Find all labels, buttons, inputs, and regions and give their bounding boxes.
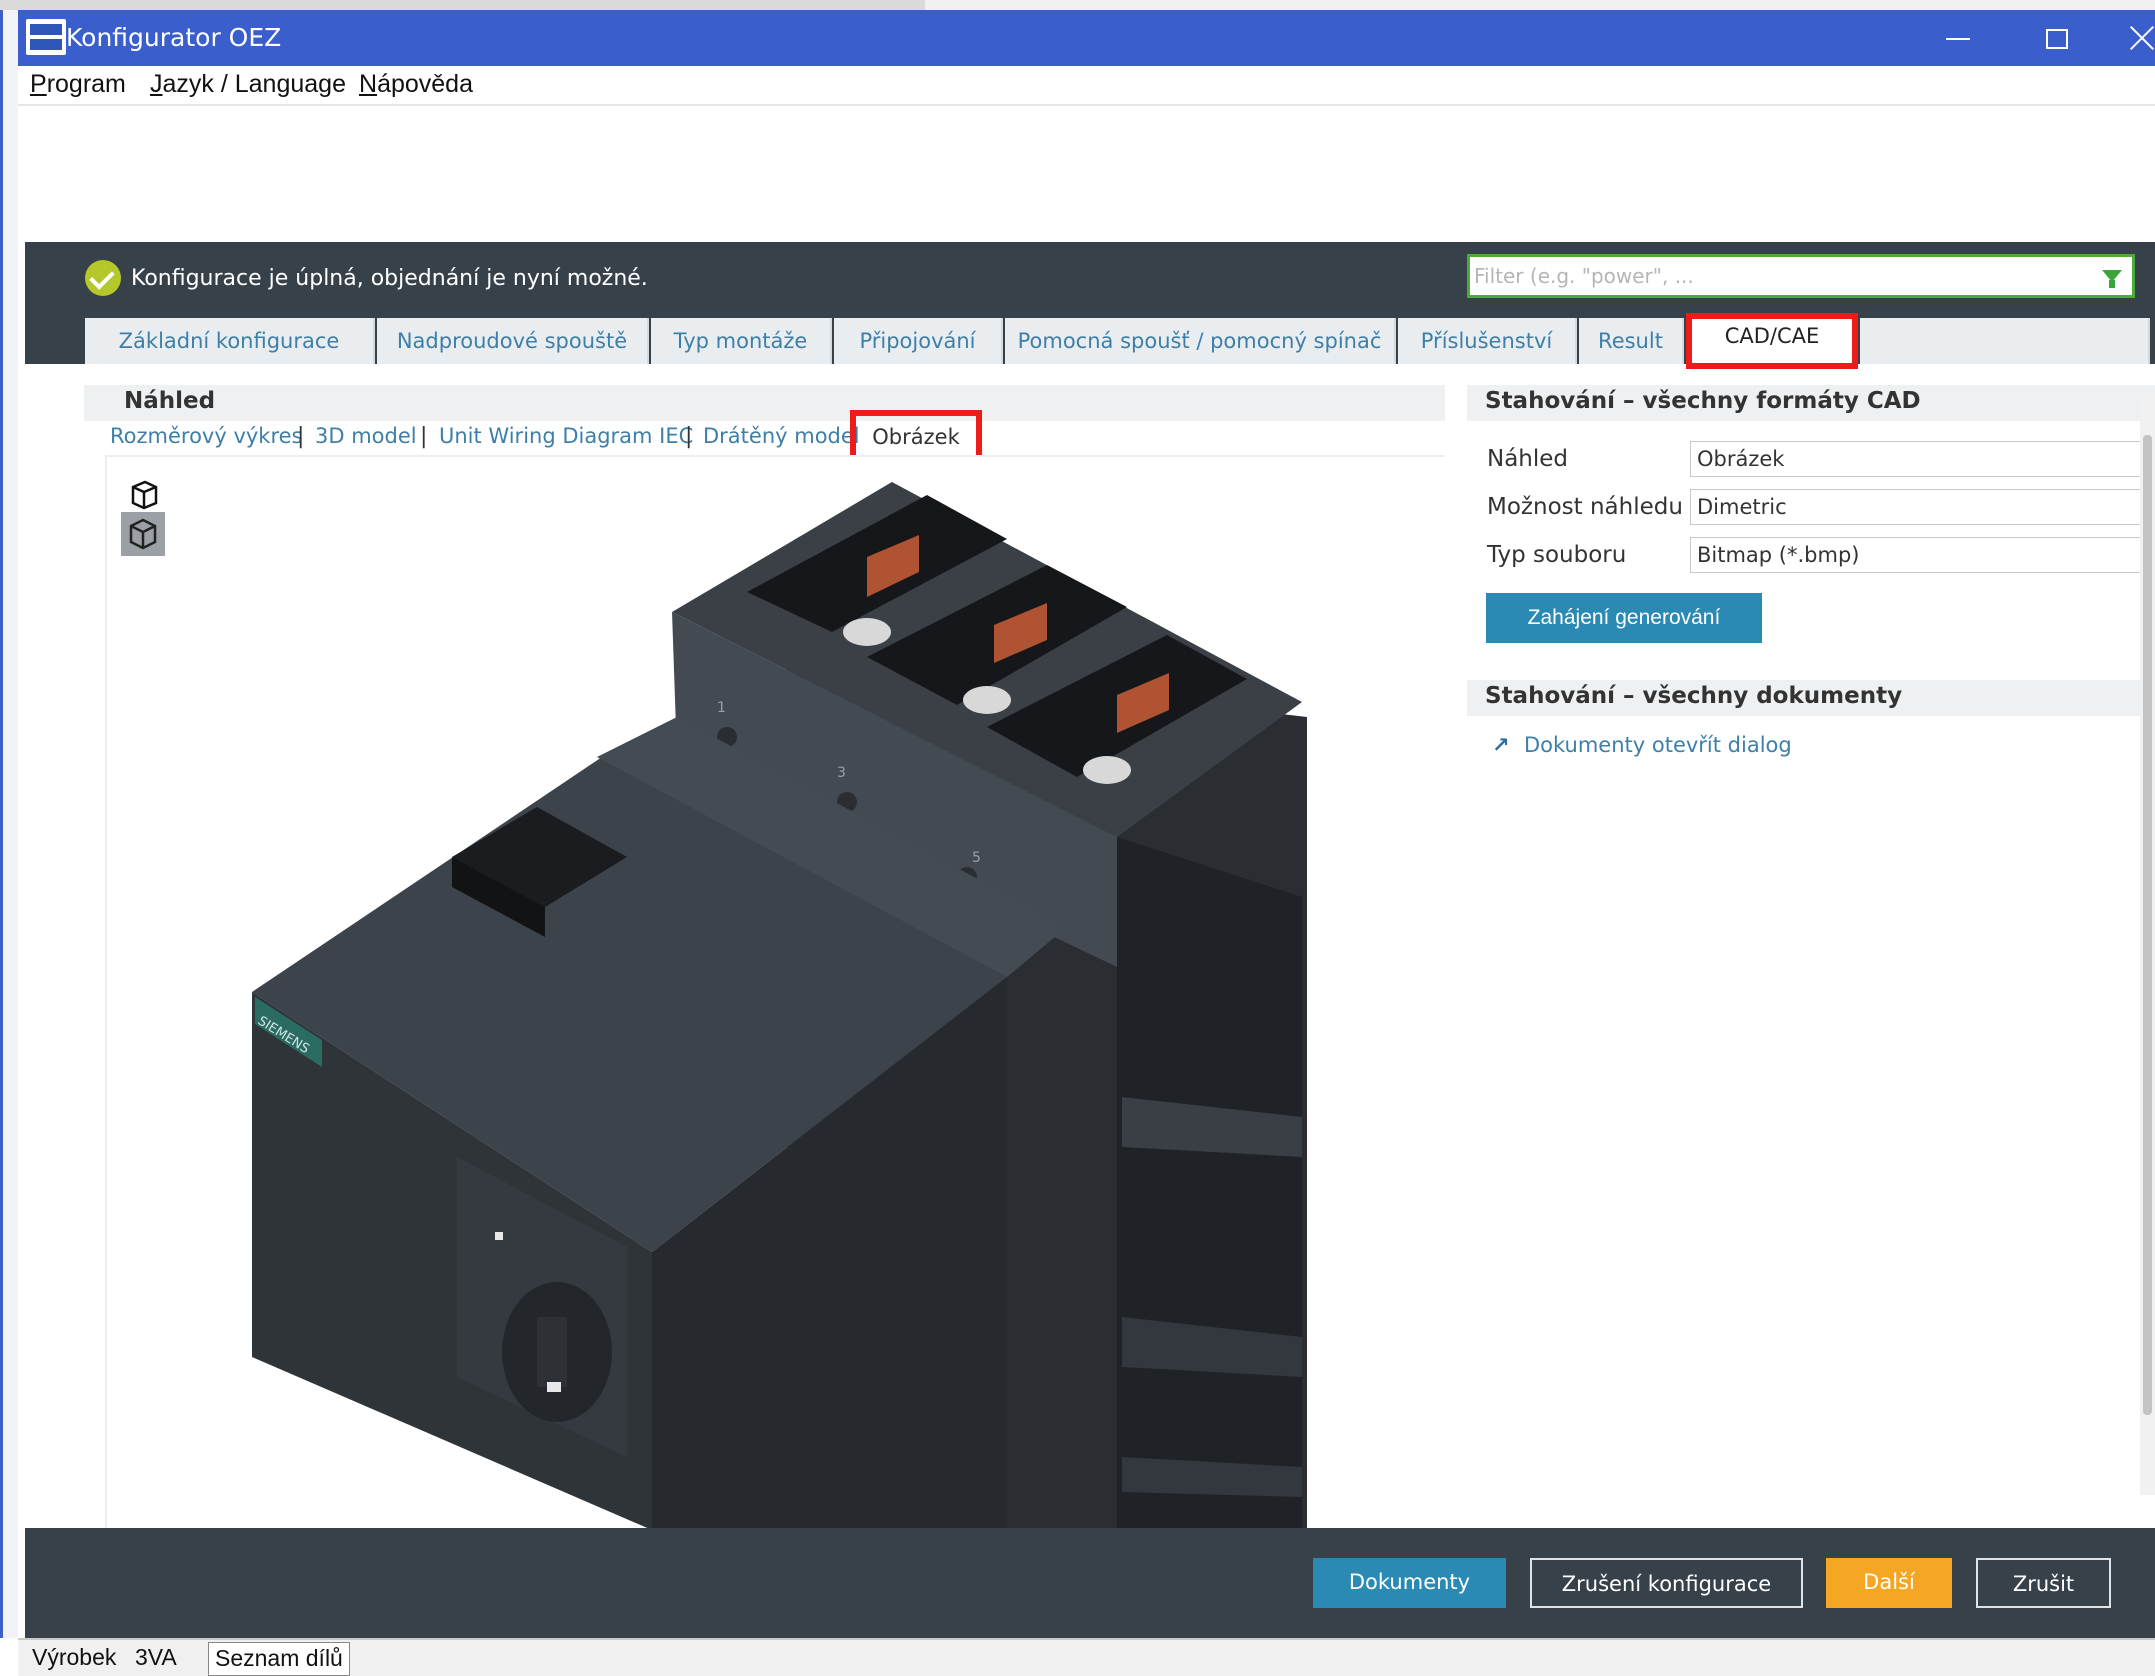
window-title: Konfigurator OEZ <box>66 23 282 52</box>
view-separator: | <box>297 424 305 449</box>
external-link-arrow-icon: ↗ <box>1492 733 1510 757</box>
statusbar-product: 3VA <box>135 1644 177 1670</box>
view-rozmerovy-vykres[interactable]: Rozměrový výkres <box>110 424 303 448</box>
desktop-strip <box>0 0 2155 10</box>
minimize-icon <box>1946 38 1970 40</box>
minimize-button[interactable] <box>1913 10 2003 66</box>
vertical-scrollbar[interactable] <box>2140 395 2155 1495</box>
select-moznost-value: Dimetric <box>1697 495 1787 519</box>
close-button[interactable] <box>2108 10 2155 66</box>
view-unit-wiring-diagram[interactable]: Unit Wiring Diagram IEC <box>439 424 693 448</box>
statusbar-vyrobek: Výrobek <box>32 1644 117 1670</box>
select-nahled[interactable]: Obrázek <box>1690 441 2155 477</box>
tab-result[interactable]: Result <box>1579 318 1684 364</box>
cad-download-header: Stahování – všechny formáty CAD <box>1467 385 2155 421</box>
view-separator: | <box>420 424 428 449</box>
terminal-label-3: 3 <box>837 765 846 781</box>
window-frame-left <box>0 10 18 1638</box>
menu-bar: Program Jazyk / Language Nápověda <box>18 66 2155 106</box>
parts-list-button[interactable]: Seznam dílů <box>208 1642 350 1676</box>
preview-title: Náhled <box>124 388 216 414</box>
view-3d-model[interactable]: 3D model <box>315 424 417 448</box>
filter-input[interactable] <box>1474 261 2074 291</box>
cad-download-title: Stahování – všechny formáty CAD <box>1485 388 1921 414</box>
preview-canvas[interactable]: 1 3 5 SIEMENS <box>105 455 1445 1530</box>
field-label-nahled: Náhled <box>1487 446 1569 472</box>
status-message: Konfigurace je úplná, objednání je nyní … <box>131 266 648 291</box>
tab-pripojovani[interactable]: Připojování <box>834 318 1003 364</box>
preview-header: Náhled <box>84 385 1445 421</box>
menu-program[interactable]: Program <box>30 70 126 99</box>
menu-language[interactable]: Jazyk / Language <box>150 70 346 99</box>
config-header: Konfigurace je úplná, objednání je nyní … <box>25 242 2155 369</box>
select-nahled-value: Obrázek <box>1697 447 1785 471</box>
select-typ-value: Bitmap (*.bmp) <box>1697 543 1860 567</box>
tab-nadproudove-spouste[interactable]: Nadproudové spouště <box>377 318 649 364</box>
select-moznost-nahledu[interactable]: Dimetric <box>1690 489 2155 525</box>
filter-field[interactable] <box>1467 254 2135 298</box>
documents-button[interactable]: Dokumenty <box>1313 1558 1506 1608</box>
scrollbar-thumb[interactable] <box>2143 435 2152 1415</box>
docs-download-header: Stahování – všechny dokumenty <box>1467 680 2155 716</box>
menu-help[interactable]: Nápověda <box>359 70 473 99</box>
select-typ-souboru[interactable]: Bitmap (*.bmp) <box>1690 537 2155 573</box>
tab-zakladni-konfigurace[interactable]: Základní konfigurace <box>85 318 375 364</box>
maximize-button[interactable] <box>2013 10 2103 66</box>
documents-dialog-link-label: Dokumenty otevřít dialog <box>1524 733 1792 757</box>
view-drateny-model[interactable]: Drátěný model <box>703 424 860 448</box>
docs-download-title: Stahování – všechny dokumenty <box>1485 683 1903 709</box>
tab-typ-montaze[interactable]: Typ montáže <box>651 318 832 364</box>
tab-prislusenstvi[interactable]: Příslušenství <box>1398 318 1577 364</box>
check-icon <box>85 260 121 296</box>
start-generation-button[interactable]: Zahájení generování <box>1486 593 1762 643</box>
documents-dialog-link[interactable]: ↗ Dokumenty otevřít dialog <box>1492 733 1792 757</box>
action-bar: Dokumenty Zrušení konfigurace Další Zruš… <box>25 1528 2155 1638</box>
cancel-configuration-button[interactable]: Zrušení konfigurace <box>1530 1558 1803 1608</box>
next-button[interactable]: Další <box>1826 1558 1952 1608</box>
tab-cad-cae[interactable]: CAD/CAE <box>1686 313 1858 369</box>
terminal-label-5: 5 <box>972 850 981 866</box>
cancel-button[interactable]: Zrušit <box>1976 1558 2111 1608</box>
tab-strip-filler <box>1860 318 2150 364</box>
maximize-icon <box>2046 29 2068 49</box>
tab-pomocna-spoust[interactable]: Pomocná spoušť / pomocný spínač <box>1005 318 1396 364</box>
product-3d-image: 1 3 5 SIEMENS <box>252 482 1307 1530</box>
field-label-moznost-nahledu: Možnost náhledu <box>1487 494 1683 520</box>
title-bar: Konfigurator OEZ <box>18 10 2155 66</box>
app-logo-icon <box>26 19 66 55</box>
status-bar: Výrobek 3VA Seznam dílů <box>18 1638 2155 1676</box>
terminal-label-1: 1 <box>717 700 726 716</box>
view-separator: | <box>685 424 693 449</box>
field-label-typ-souboru: Typ souboru <box>1487 542 1627 568</box>
filter-icon[interactable] <box>2102 270 2122 288</box>
